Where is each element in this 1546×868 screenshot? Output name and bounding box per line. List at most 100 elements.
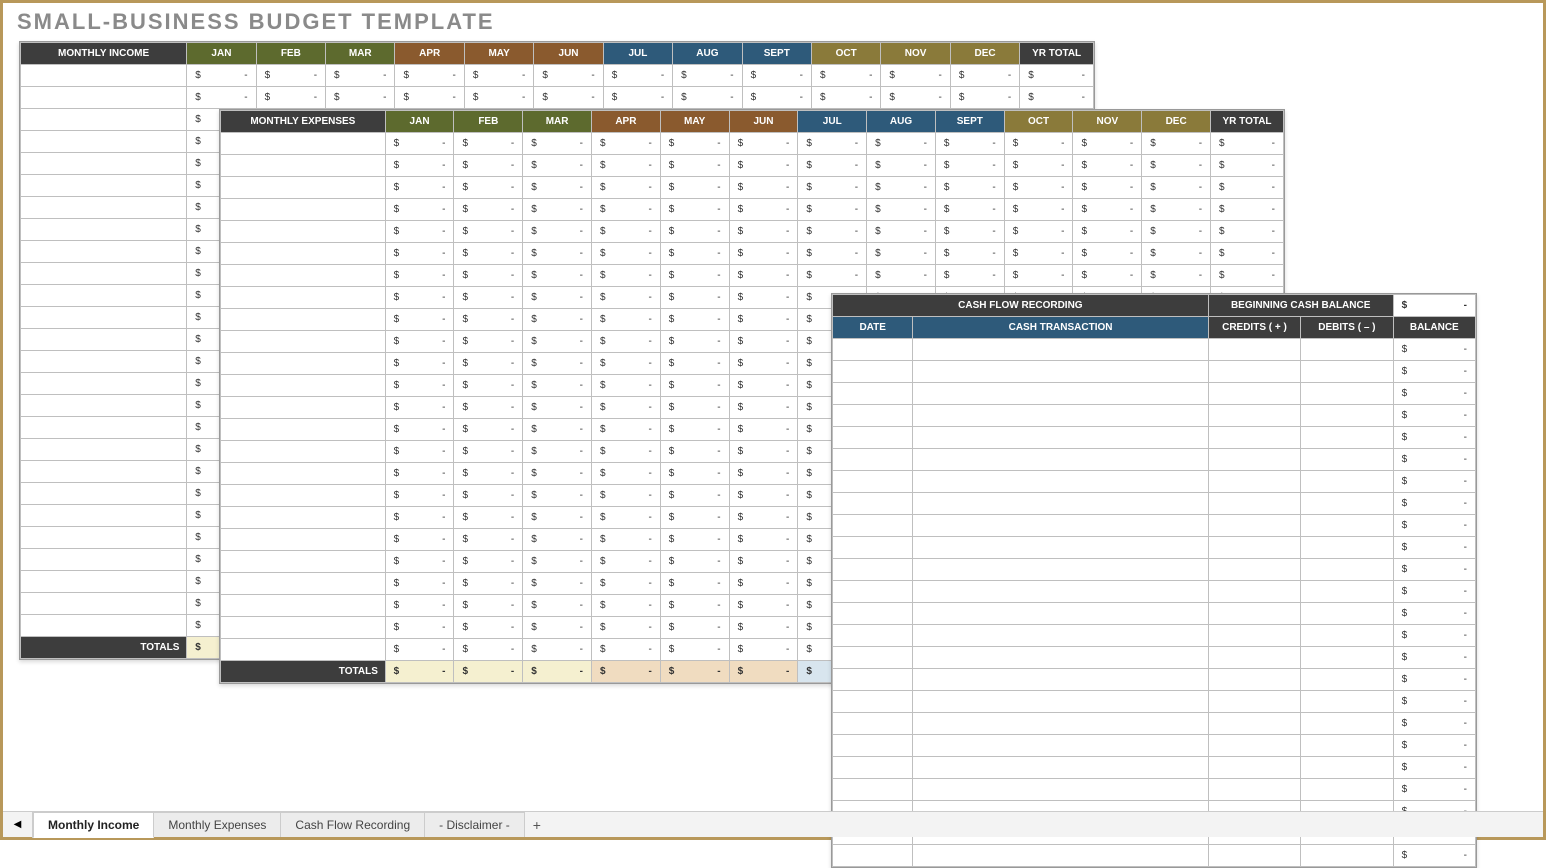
expense-cell[interactable]: $- <box>592 551 661 573</box>
cashflow-date-cell[interactable] <box>833 339 913 361</box>
expense-cell[interactable]: $- <box>592 617 661 639</box>
expense-cell[interactable]: $- <box>523 221 592 243</box>
income-cell[interactable]: $- <box>464 87 533 109</box>
cashflow-transaction-cell[interactable] <box>913 537 1208 559</box>
expense-cell[interactable]: $- <box>523 309 592 331</box>
expense-cell[interactable]: $- <box>523 199 592 221</box>
expense-cell[interactable]: $- <box>660 639 729 661</box>
cashflow-row[interactable]: $- <box>833 383 1476 405</box>
expense-cell[interactable]: $- <box>592 419 661 441</box>
cashflow-credit-cell[interactable] <box>1208 427 1300 449</box>
expense-cell[interactable]: $- <box>454 639 523 661</box>
expense-cell[interactable]: $- <box>385 353 454 375</box>
tab-add[interactable]: + <box>524 817 550 833</box>
expense-cell[interactable]: $- <box>729 507 798 529</box>
expense-label-cell[interactable] <box>221 639 386 661</box>
expense-cell[interactable]: $- <box>935 265 1004 287</box>
expense-label-cell[interactable] <box>221 133 386 155</box>
expense-cell[interactable]: $- <box>523 551 592 573</box>
cashflow-row[interactable]: $- <box>833 713 1476 735</box>
cashflow-transaction-cell[interactable] <box>913 779 1208 801</box>
cashflow-credit-cell[interactable] <box>1208 735 1300 757</box>
income-label-cell[interactable] <box>21 329 187 351</box>
expense-cell[interactable]: $- <box>385 551 454 573</box>
tab-cash-flow-recording[interactable]: Cash Flow Recording <box>280 812 425 837</box>
expense-cell[interactable]: $- <box>660 353 729 375</box>
cashflow-debit-cell[interactable] <box>1301 405 1393 427</box>
cashflow-row[interactable]: $- <box>833 361 1476 383</box>
expense-cell[interactable]: $- <box>523 397 592 419</box>
expense-cell[interactable]: $- <box>660 331 729 353</box>
cashflow-row[interactable]: $- <box>833 845 1476 867</box>
expense-cell[interactable]: $- <box>523 507 592 529</box>
cashflow-credit-cell[interactable] <box>1208 647 1300 669</box>
cashflow-transaction-cell[interactable] <box>913 691 1208 713</box>
income-cell[interactable]: $- <box>812 87 881 109</box>
expense-label-cell[interactable] <box>221 309 386 331</box>
cashflow-transaction-cell[interactable] <box>913 449 1208 471</box>
expense-cell[interactable]: $- <box>798 243 867 265</box>
expense-cell[interactable]: $- <box>523 287 592 309</box>
income-cell[interactable]: $- <box>395 65 464 87</box>
expense-cell[interactable]: $- <box>729 551 798 573</box>
cashflow-row[interactable]: $- <box>833 515 1476 537</box>
cashflow-row[interactable]: $- <box>833 559 1476 581</box>
income-cell[interactable]: $- <box>256 87 325 109</box>
expense-cell[interactable]: $- <box>592 639 661 661</box>
expense-label-cell[interactable] <box>221 529 386 551</box>
cashflow-credit-cell[interactable] <box>1208 471 1300 493</box>
expense-cell[interactable]: $- <box>1142 221 1211 243</box>
expense-cell[interactable]: $- <box>523 485 592 507</box>
expense-cell[interactable]: $- <box>523 595 592 617</box>
cashflow-date-cell[interactable] <box>833 537 913 559</box>
income-label-cell[interactable] <box>21 593 187 615</box>
cashflow-debit-cell[interactable] <box>1301 559 1393 581</box>
expense-cell[interactable]: $- <box>935 199 1004 221</box>
expense-cell[interactable]: $- <box>660 595 729 617</box>
expense-cell[interactable]: $- <box>935 243 1004 265</box>
expense-cell[interactable]: $- <box>1073 221 1142 243</box>
income-label-cell[interactable] <box>21 307 187 329</box>
expense-label-cell[interactable] <box>221 507 386 529</box>
cashflow-date-cell[interactable] <box>833 647 913 669</box>
expense-cell[interactable]: $- <box>798 177 867 199</box>
cashflow-credit-cell[interactable] <box>1208 757 1300 779</box>
expense-cell[interactable]: $- <box>454 551 523 573</box>
beginning-balance-cell[interactable]: $- <box>1393 295 1475 317</box>
expense-cell[interactable]: $- <box>1073 265 1142 287</box>
expense-cell[interactable]: $- <box>592 287 661 309</box>
expense-cell[interactable]: $- <box>592 133 661 155</box>
expense-row[interactable]: $-$-$-$-$-$-$-$-$-$-$-$-$- <box>221 133 1284 155</box>
expense-cell[interactable]: $- <box>592 573 661 595</box>
cashflow-credit-cell[interactable] <box>1208 405 1300 427</box>
expense-cell[interactable]: $- <box>660 485 729 507</box>
cashflow-date-cell[interactable] <box>833 735 913 757</box>
expense-cell[interactable]: $- <box>1004 155 1073 177</box>
expense-cell[interactable]: $- <box>1004 199 1073 221</box>
expense-cell[interactable]: $- <box>1073 177 1142 199</box>
expense-label-cell[interactable] <box>221 573 386 595</box>
expense-cell[interactable]: $- <box>454 507 523 529</box>
income-label-cell[interactable] <box>21 197 187 219</box>
expense-label-cell[interactable] <box>221 551 386 573</box>
cashflow-transaction-cell[interactable] <box>913 405 1208 427</box>
expense-cell[interactable]: $- <box>660 551 729 573</box>
expense-cell[interactable]: $- <box>592 177 661 199</box>
expense-cell[interactable]: $- <box>660 221 729 243</box>
expense-cell[interactable]: $- <box>867 221 936 243</box>
cashflow-debit-cell[interactable] <box>1301 427 1393 449</box>
expense-cell[interactable]: $- <box>454 441 523 463</box>
cashflow-transaction-cell[interactable] <box>913 339 1208 361</box>
expense-label-cell[interactable] <box>221 243 386 265</box>
expense-label-cell[interactable] <box>221 397 386 419</box>
expense-cell[interactable]: $- <box>454 133 523 155</box>
expense-cell[interactable]: $- <box>385 529 454 551</box>
expense-cell[interactable]: $- <box>729 331 798 353</box>
expense-cell[interactable]: $- <box>592 243 661 265</box>
expense-cell[interactable]: $- <box>454 419 523 441</box>
expense-label-cell[interactable] <box>221 221 386 243</box>
income-cell[interactable]: $- <box>187 65 256 87</box>
cashflow-credit-cell[interactable] <box>1208 449 1300 471</box>
expense-label-cell[interactable] <box>221 177 386 199</box>
expense-cell[interactable]: $- <box>385 287 454 309</box>
